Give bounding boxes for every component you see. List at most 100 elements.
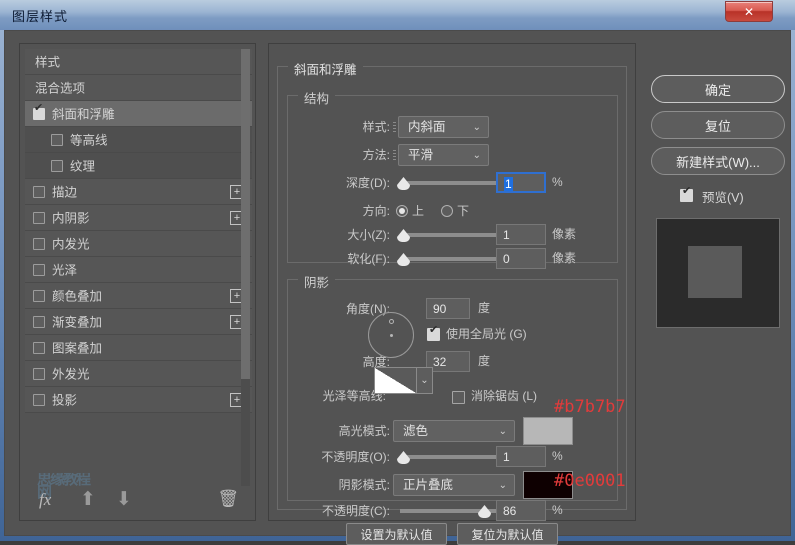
sidebar-item-label: 图案叠加 <box>52 342 102 356</box>
highlight-opacity-input[interactable]: 1 <box>496 446 546 467</box>
sidebar-toolbar: 思缘教程网 fx ⬆ ⬇ 🗑 <box>25 485 252 515</box>
size-label: 大小(Z): <box>302 224 390 246</box>
shadow-color-annotation: #0e0001 <box>554 471 626 491</box>
sidebar-item[interactable]: 混合选项 <box>25 75 252 101</box>
scrollbar-thumb[interactable] <box>241 49 250 379</box>
highlight-color-swatch[interactable] <box>523 417 573 445</box>
sidebar-item[interactable]: 渐变叠加+ <box>25 309 252 335</box>
sidebar-item[interactable]: 投影+ <box>25 387 252 413</box>
depth-slider-thumb[interactable] <box>397 177 410 190</box>
angle-input[interactable]: 90 <box>426 298 470 319</box>
sidebar-item[interactable]: 纹理 <box>25 153 252 179</box>
structure-title: 结构 <box>298 88 335 107</box>
sidebar-item-checkbox[interactable] <box>33 238 45 250</box>
gloss-contour-swatch[interactable] <box>374 367 417 394</box>
sidebar-item-checkbox[interactable] <box>33 342 45 354</box>
reset-default-button[interactable]: 复位为默认值 <box>457 523 558 545</box>
technique-dropdown-value: 平滑 <box>408 148 433 162</box>
sidebar-item-checkbox[interactable] <box>33 108 45 120</box>
depth-slider-track[interactable] <box>400 181 497 185</box>
angle-dial-marker <box>389 319 394 324</box>
sidebar-item[interactable]: 等高线 <box>25 127 252 153</box>
direction-down-radio[interactable] <box>441 205 453 217</box>
sidebar-item-checkbox[interactable] <box>33 186 45 198</box>
direction-up-radio[interactable] <box>396 205 408 217</box>
soften-unit: 像素 <box>552 248 576 269</box>
sidebar-item-checkbox[interactable] <box>51 160 63 172</box>
angle-dial[interactable] <box>368 312 414 358</box>
shading-group: 阴影 角度(N): 90 度 使用全局光 (G) 高度: 32 度 光泽等高线:… <box>287 279 618 501</box>
sidebar-item-checkbox[interactable] <box>33 290 45 302</box>
bevel-emboss-title: 斜面和浮雕 <box>288 59 363 78</box>
new-style-button[interactable]: 新建样式(W)... <box>651 147 785 175</box>
styles-list-scrollbar[interactable] <box>241 49 250 486</box>
sidebar-item[interactable]: 样式 <box>25 49 252 75</box>
sidebar-item-checkbox[interactable] <box>33 264 45 276</box>
sidebar-item-label: 混合选项 <box>35 82 85 96</box>
sidebar-item-label: 光泽 <box>52 264 77 278</box>
soften-slider-track[interactable] <box>400 257 497 261</box>
shadow-opacity-slider-track[interactable] <box>400 509 497 513</box>
sidebar-item-label: 纹理 <box>70 160 95 174</box>
soften-slider-thumb[interactable] <box>397 253 410 266</box>
drag-grip-icon <box>393 150 396 162</box>
style-dropdown-value: 内斜面 <box>408 120 446 134</box>
sidebar-item[interactable]: 图案叠加 <box>25 335 252 361</box>
drag-grip-icon <box>393 122 396 134</box>
gloss-contour-dropdown[interactable]: ⌄ <box>417 367 433 394</box>
preview-thumbnail <box>656 218 780 328</box>
shadow-mode-dropdown[interactable]: 正片叠底 ⌄ <box>393 474 515 496</box>
preview-label: 预览(V) <box>702 187 744 206</box>
set-default-button[interactable]: 设置为默认值 <box>346 523 447 545</box>
style-label: 样式: <box>318 116 390 138</box>
preview-checkbox[interactable] <box>680 189 693 202</box>
shadow-opacity-slider-thumb[interactable] <box>478 505 491 518</box>
depth-label: 深度(D): <box>302 172 390 194</box>
depth-unit: % <box>552 172 563 193</box>
size-slider-thumb[interactable] <box>397 229 410 242</box>
sidebar-item-checkbox[interactable] <box>33 368 45 380</box>
sidebar-item[interactable]: 外发光 <box>25 361 252 387</box>
sidebar-item-checkbox[interactable] <box>33 212 45 224</box>
direction-down-label: 下 <box>457 200 477 222</box>
highlight-opacity-slider-track[interactable] <box>400 455 497 459</box>
sidebar-item[interactable]: 颜色叠加+ <box>25 283 252 309</box>
shadow-opacity-input[interactable]: 86 <box>496 500 546 521</box>
reset-button[interactable]: 复位 <box>651 111 785 139</box>
global-light-checkbox[interactable] <box>427 328 440 341</box>
sidebar-item-checkbox[interactable] <box>51 134 63 146</box>
technique-dropdown[interactable]: 平滑 ⌄ <box>398 144 489 166</box>
sidebar-item[interactable]: 光泽 <box>25 257 252 283</box>
move-up-icon[interactable]: ⬆ <box>80 488 96 511</box>
close-icon[interactable]: ✕ <box>725 1 773 22</box>
shadow-opacity-label: 不透明度(C): <box>288 500 390 522</box>
direction-up-label: 上 <box>412 200 432 222</box>
bevel-emboss-group: 斜面和浮雕 结构 样式: 内斜面 ⌄ 方法: 平滑 ⌄ <box>277 66 627 510</box>
technique-label: 方法: <box>318 144 390 166</box>
dialog-body: 样式混合选项斜面和浮雕等高线纹理描边+内阴影+内发光光泽颜色叠加+渐变叠加+图案… <box>4 30 791 536</box>
fx-icon[interactable]: fx <box>39 490 51 510</box>
depth-input[interactable]: 1 <box>496 172 546 193</box>
sidebar-item[interactable]: 斜面和浮雕 <box>25 101 252 127</box>
ok-button[interactable]: 确定 <box>651 75 785 103</box>
style-dropdown[interactable]: 内斜面 ⌄ <box>398 116 489 138</box>
sidebar-item-checkbox[interactable] <box>33 316 45 328</box>
soften-input[interactable]: 0 <box>496 248 546 269</box>
window-title: 图层样式 <box>12 6 68 25</box>
direction-label: 方向: <box>318 200 390 222</box>
sidebar-item-checkbox[interactable] <box>33 394 45 406</box>
size-input[interactable]: 1 <box>496 224 546 245</box>
highlight-color-annotation: #b7b7b7 <box>554 397 626 417</box>
size-slider-track[interactable] <box>400 233 497 237</box>
highlight-opacity-slider-thumb[interactable] <box>397 451 410 464</box>
sidebar-item[interactable]: 描边+ <box>25 179 252 205</box>
sidebar-item[interactable]: 内阴影+ <box>25 205 252 231</box>
soften-label: 软化(F): <box>302 248 390 270</box>
trash-icon[interactable]: 🗑 <box>217 489 239 509</box>
highlight-mode-dropdown[interactable]: 滤色 ⌄ <box>393 420 515 442</box>
sidebar-item[interactable]: 内发光 <box>25 231 252 257</box>
move-down-icon[interactable]: ⬇ <box>116 488 132 511</box>
angle-unit: 度 <box>478 298 490 319</box>
antialias-checkbox[interactable] <box>452 391 465 404</box>
highlight-mode-value: 滤色 <box>403 424 428 438</box>
